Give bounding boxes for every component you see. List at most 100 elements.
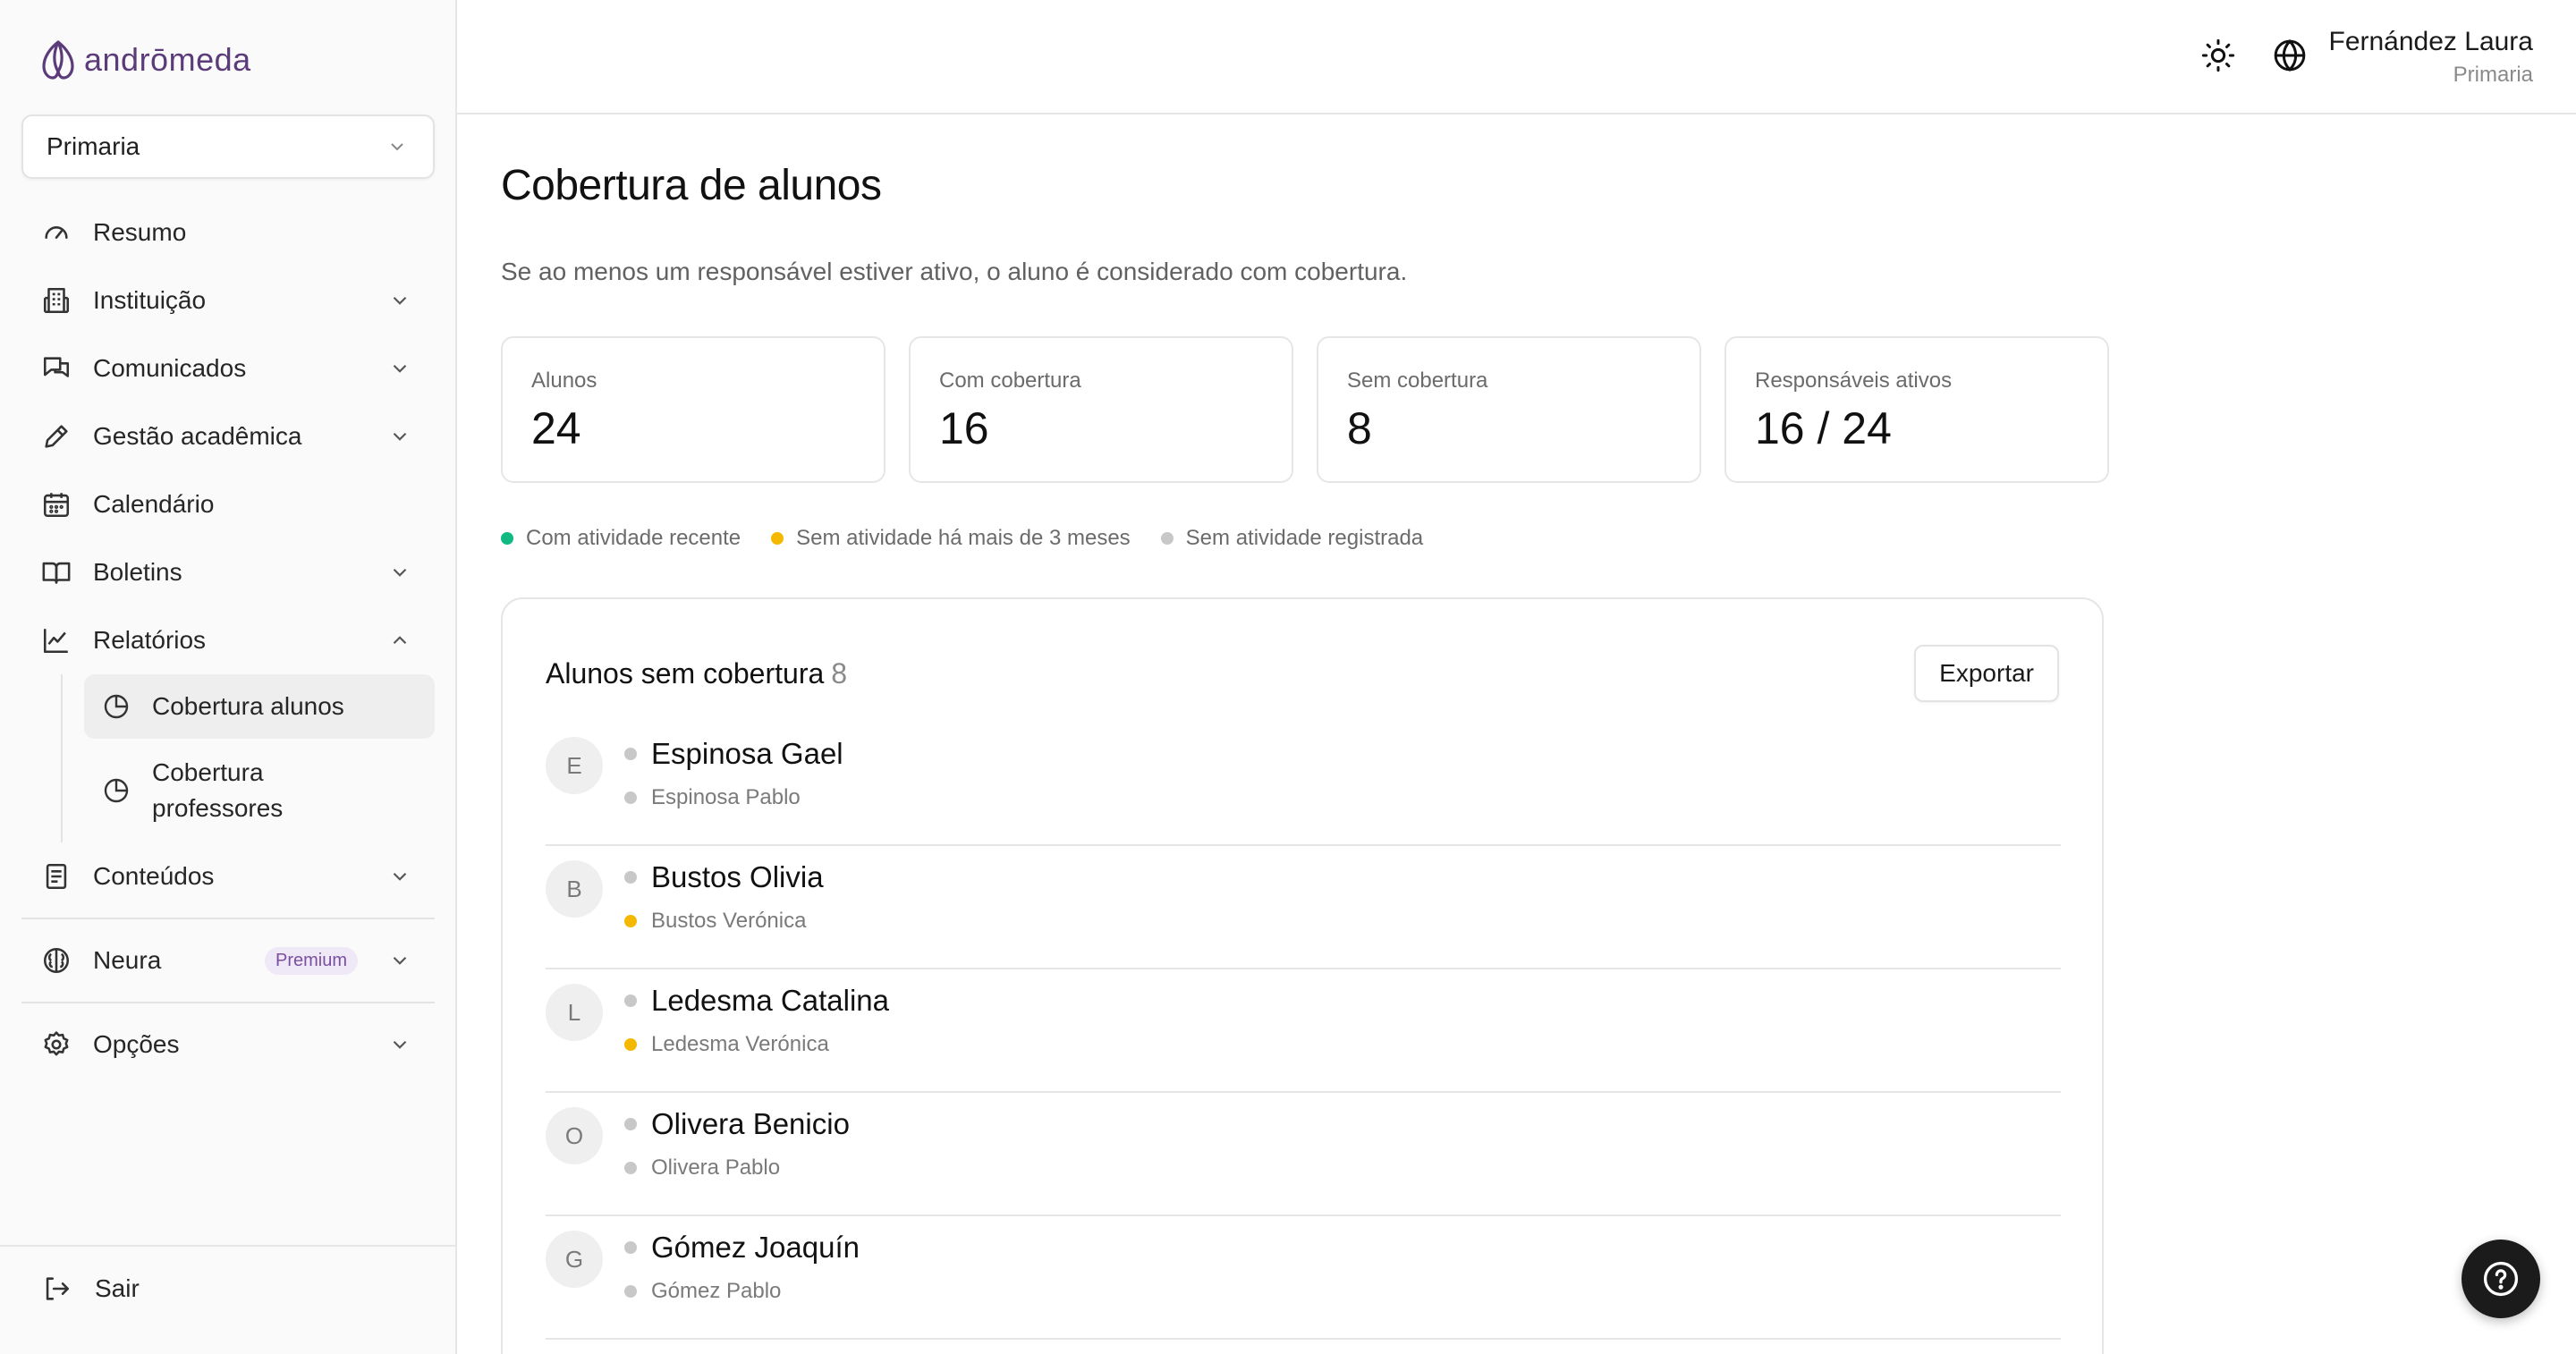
guardian-row: Gómez Pablo	[624, 1279, 781, 1304]
stats-row: Alunos 24 Com cobertura 16 Sem cobertura…	[501, 336, 2109, 483]
status-dot	[624, 871, 637, 884]
avatar: E	[546, 737, 603, 794]
help-button[interactable]	[2462, 1240, 2540, 1318]
logout-button[interactable]: Sair	[41, 1274, 140, 1304]
list-item[interactable]: O Olivera Benicio Olivera Pablo	[546, 1093, 2061, 1216]
legend-item-inactive-3-months: Sem atividade há mais de 3 meses	[771, 526, 1131, 551]
chevron-down-icon	[391, 143, 403, 151]
guardian-name: Bustos Verónica	[651, 909, 807, 933]
guardian-name: Espinosa Pablo	[651, 785, 801, 809]
sidebar-item-calendario[interactable]: Calendário	[21, 470, 435, 538]
gear-icon	[44, 1031, 69, 1056]
stat-label: Responsáveis ativos	[1755, 368, 1953, 393]
sidebar-subitem-cobertura-professores[interactable]: Cobertura professores	[84, 739, 435, 842]
export-button[interactable]: Exportar	[1914, 645, 2059, 702]
card-title-text: Alunos sem cobertura	[546, 656, 825, 690]
sidebar-item-conteudos[interactable]: Conteúdos	[21, 842, 435, 910]
brand-logo[interactable]: andrōmeda	[39, 38, 251, 82]
sidebar-subitem-cobertura-alunos[interactable]: Cobertura alunos	[84, 674, 435, 739]
sidebar-subitem-label: Cobertura alunos	[152, 692, 344, 720]
user-menu[interactable]: Fernández Laura Primaria	[2329, 27, 2534, 88]
sidebar-item-neura[interactable]: Neura Premium	[21, 927, 435, 994]
sidebar-item-opcoes[interactable]: Opções	[21, 1011, 435, 1079]
andromeda-logo-icon	[42, 40, 74, 80]
chevron-down-icon	[393, 296, 407, 305]
brain-icon	[43, 947, 70, 974]
status-dot	[624, 791, 637, 804]
list-item[interactable]: E Espinosa Gael Espinosa Pablo	[546, 723, 2061, 846]
sidebar-subitem-label-line1: Cobertura	[152, 758, 264, 786]
chevron-down-icon	[393, 872, 407, 881]
chevron-down-icon	[393, 364, 407, 373]
level-select[interactable]: Primaria	[21, 114, 435, 179]
uncovered-students-card: Alunos sem cobertura 8 Exportar E Espinos…	[501, 597, 2104, 1354]
sidebar-item-instituicao[interactable]: Instituição	[21, 267, 435, 334]
chevron-up-icon	[393, 636, 407, 645]
language-button[interactable]	[2272, 38, 2308, 73]
logout-label: Sair	[95, 1274, 140, 1302]
guardian-name: Gómez Pablo	[651, 1279, 782, 1303]
avatar: B	[546, 860, 603, 918]
status-dot-gray	[1160, 532, 1174, 545]
building-icon	[43, 287, 70, 314]
status-dot	[624, 1285, 637, 1298]
stat-label: Com cobertura	[939, 368, 1081, 393]
sidebar-item-gestao-academica[interactable]: Gestão acadêmica	[21, 402, 435, 470]
legend-item-recent: Com atividade recente	[501, 526, 741, 551]
stat-label: Alunos	[531, 368, 597, 393]
theme-toggle-button[interactable]	[2200, 38, 2236, 73]
pencil-icon	[45, 425, 68, 448]
status-dot	[624, 1118, 637, 1130]
messages-icon	[43, 357, 70, 377]
sidebar-item-relatorios[interactable]: Relatórios	[21, 606, 435, 674]
sidebar-nav: Resumo Instituição Comunicados Gestão ac…	[21, 199, 435, 1079]
sidebar-item-comunicados[interactable]: Comunicados	[21, 334, 435, 402]
sidebar-item-label: Relatórios	[93, 626, 207, 654]
card-header: Alunos sem cobertura 8 Exportar	[546, 644, 2059, 703]
sidebar-item-label: Instituição	[93, 286, 207, 314]
student-name-row: Olivera Benicio	[624, 1107, 850, 1141]
list-item[interactable]: G Gómez Joaquín Gómez Pablo	[546, 1216, 2061, 1340]
card-title-count: 8	[831, 656, 848, 690]
app-root: andrōmeda Primaria Resumo Instituição Co…	[0, 0, 2576, 1354]
stat-card-com-cobertura: Com cobertura 16	[909, 336, 1293, 483]
sun-icon	[2201, 38, 2235, 72]
chevron-down-icon	[393, 956, 407, 965]
sidebar-subitem-label-line2: professores	[152, 794, 284, 822]
stat-value: 16 / 24	[1755, 403, 1892, 453]
sidebar-divider	[21, 918, 435, 919]
sidebar-item-label: Neura	[93, 946, 162, 974]
status-dot	[624, 915, 637, 927]
guardian-name: Olivera Pablo	[651, 1155, 781, 1180]
user-name: Fernández Laura	[2328, 27, 2534, 56]
sidebar-item-label: Boletins	[93, 558, 182, 586]
student-name: Ledesma Catalina	[651, 984, 889, 1017]
stat-label: Sem cobertura	[1347, 368, 1488, 393]
avatar: O	[546, 1107, 603, 1164]
pie-chart-icon	[104, 694, 129, 719]
guardian-row: Olivera Pablo	[624, 1155, 780, 1181]
status-dot	[624, 1038, 637, 1051]
student-name-row: Gómez Joaquín	[624, 1231, 860, 1265]
chevron-down-icon	[393, 1040, 407, 1049]
chart-line-icon	[43, 629, 68, 654]
book-icon	[42, 562, 71, 584]
guardian-row: Ledesma Verónica	[624, 1032, 829, 1057]
avatar: L	[546, 984, 603, 1041]
student-name-row: Espinosa Gael	[624, 737, 843, 771]
guardian-row: Espinosa Pablo	[624, 785, 801, 810]
card-title: Alunos sem cobertura 8	[546, 657, 847, 690]
sidebar-item-boletins[interactable]: Boletins	[21, 538, 435, 606]
list-item[interactable]: B Bustos Olivia Bustos Verónica	[546, 846, 2061, 969]
logout-icon	[46, 1277, 70, 1300]
sidebar-item-label: Resumo	[93, 218, 187, 246]
level-select-value: Primaria	[47, 132, 140, 160]
status-legend: Com atividade recente Sem atividade há m…	[501, 526, 1423, 551]
brand-name: andrōmeda	[84, 41, 251, 78]
sidebar-item-label: Conteúdos	[93, 862, 215, 890]
sidebar-footer: Sair	[0, 1245, 457, 1354]
sidebar-item-resumo[interactable]: Resumo	[21, 199, 435, 267]
legend-label: Sem atividade registrada	[1185, 526, 1424, 550]
list-item[interactable]: L Ledesma Catalina Ledesma Verónica	[546, 969, 2061, 1093]
user-role: Primaria	[2453, 63, 2533, 87]
